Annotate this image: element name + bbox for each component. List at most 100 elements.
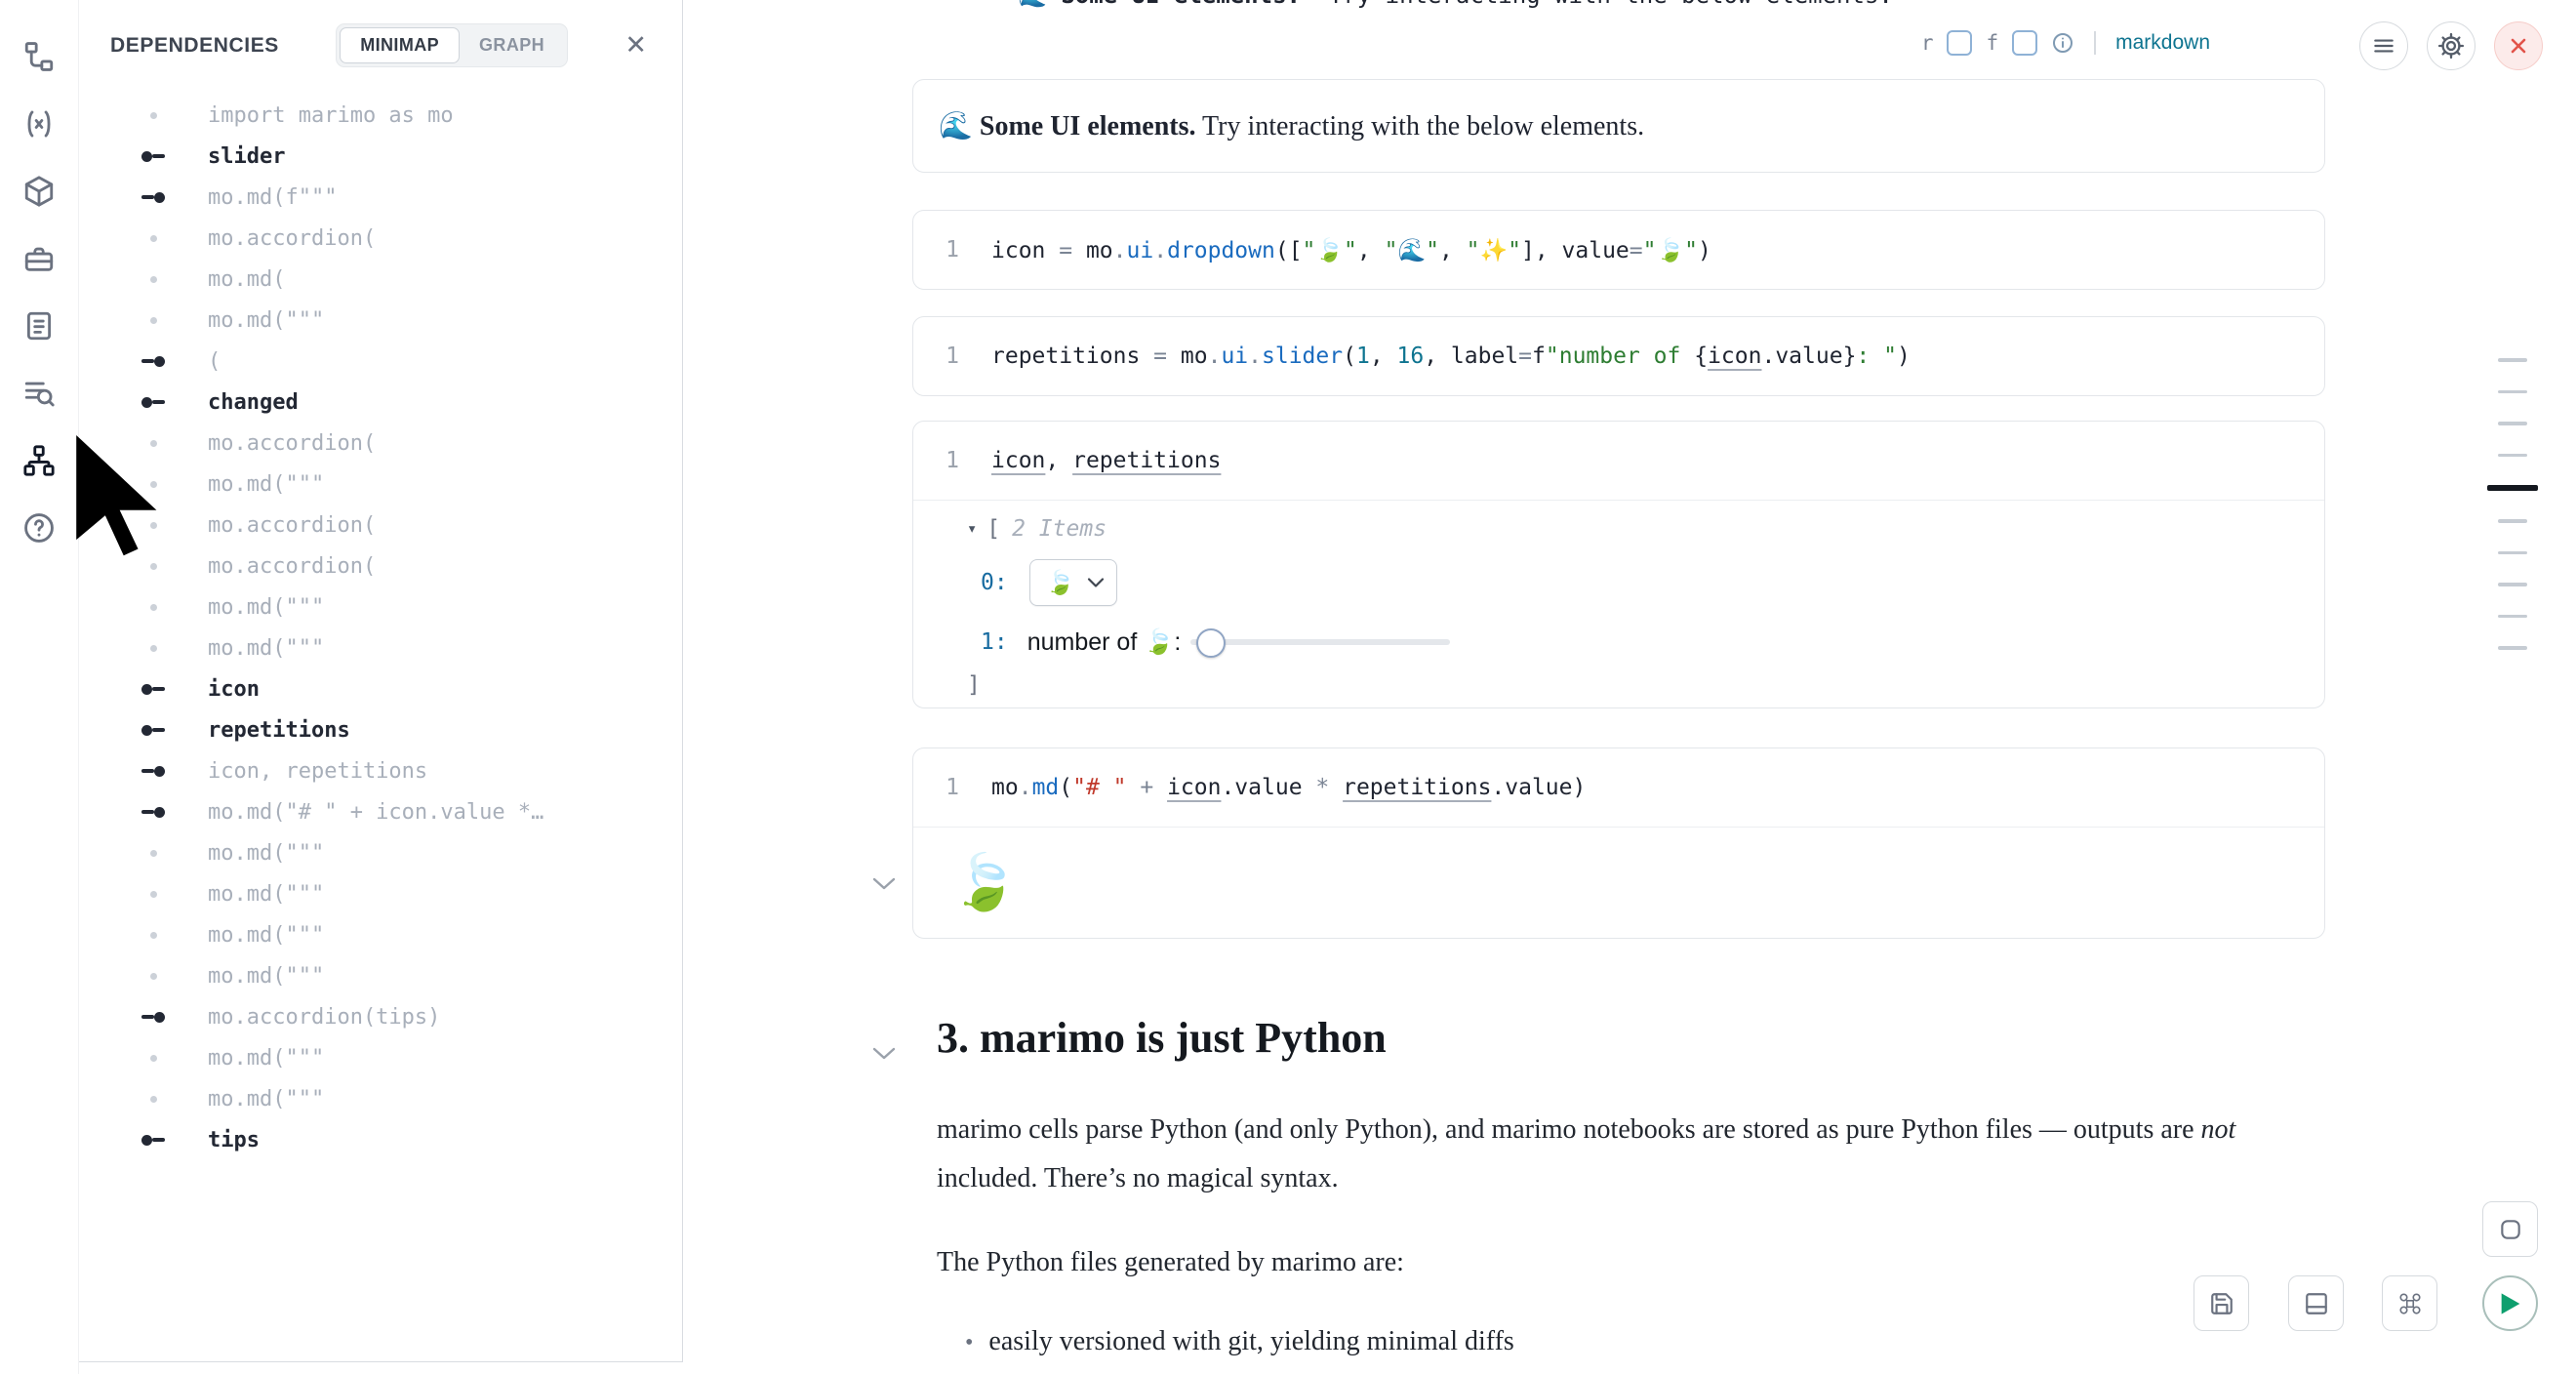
dependency-item[interactable]: mo.md(""" [79, 1037, 682, 1078]
dependency-item[interactable]: icon [79, 668, 682, 709]
help-icon[interactable] [20, 508, 59, 547]
shutdown-close-button[interactable] [2494, 21, 2543, 70]
reactive-checkbox[interactable] [1947, 30, 1972, 56]
format-checkbox[interactable] [2012, 30, 2037, 56]
dependency-item[interactable]: repetitions [79, 709, 682, 750]
dependency-item[interactable]: changed [79, 382, 682, 423]
dependency-item[interactable]: mo.md(""" [79, 464, 682, 505]
code-editor[interactable]: 1 mo.md("# " + icon.value * repetitions.… [913, 748, 2324, 827]
divider [2094, 31, 2096, 55]
tab-graph[interactable]: GRAPH [460, 28, 564, 62]
collapse-section-chevron-icon[interactable] [871, 1046, 897, 1067]
language-label[interactable]: markdown [2115, 31, 2210, 55]
dependency-item[interactable]: mo.md( [79, 259, 682, 300]
dependency-label: mo.md(""" [208, 636, 324, 661]
dependency-label: mo.accordion( [208, 513, 376, 538]
minimap-cell-line[interactable] [2487, 485, 2538, 491]
dependency-item[interactable]: mo.md(""" [79, 873, 682, 914]
dependency-item[interactable]: import marimo as mo [79, 95, 682, 136]
dependency-item[interactable]: slider [79, 136, 682, 177]
code-editor[interactable]: 1 icon = mo.ui.dropdown(["🍃", "🌊", "✨"],… [913, 211, 2324, 289]
dependency-graph-icon[interactable] [20, 441, 59, 480]
dependency-item[interactable]: mo.md(""" [79, 627, 682, 668]
dependency-label: mo.md(""" [208, 882, 324, 907]
minimap-cell-line[interactable] [2498, 390, 2527, 394]
collapse-output-chevron-icon[interactable] [871, 876, 897, 897]
dependency-item[interactable]: ( [79, 341, 682, 382]
collapse-caret-icon[interactable]: ▾ [967, 519, 977, 539]
dependency-label: mo.accordion( [208, 431, 376, 456]
dependency-label: mo.md(f""" [208, 185, 337, 210]
dependency-item[interactable]: mo.md(f""" [79, 177, 682, 218]
close-panel-icon[interactable]: ✕ [624, 32, 647, 59]
run-all-button[interactable] [2482, 1275, 2538, 1331]
slider-widget[interactable] [1190, 627, 1450, 657]
minimap-cell-line[interactable] [2498, 615, 2527, 619]
code-token: repetitions [991, 344, 1140, 369]
output-bold-text: Some UI elements. [980, 111, 1196, 141]
code-parentheses-icon[interactable] [20, 104, 59, 143]
dependency-item[interactable]: mo.md(""" [79, 955, 682, 996]
code-token: = [1140, 344, 1181, 369]
code-token: . [1208, 344, 1222, 369]
minimap-cell-line[interactable] [2498, 358, 2527, 362]
dependency-item[interactable]: mo.accordion( [79, 505, 682, 546]
code-token: label [1451, 344, 1518, 369]
dependency-item[interactable]: mo.md(""" [79, 832, 682, 873]
dependency-item[interactable]: tips [79, 1119, 682, 1160]
notes-icon[interactable] [20, 306, 59, 345]
dependency-item[interactable]: mo.md("# " + icon.value *… [79, 791, 682, 832]
dependency-item[interactable]: mo.accordion(tips) [79, 996, 682, 1037]
dependency-label: mo.md( [208, 267, 285, 292]
settings-gear-button[interactable] [2427, 21, 2475, 70]
references-variable-icon [136, 192, 171, 203]
code-cell-dropdown: 1 icon = mo.ui.dropdown(["🍃", "🌊", "✨"],… [912, 210, 2325, 290]
code-editor[interactable]: 1 repetitions = mo.ui.slider(1, 16, labe… [913, 317, 2324, 395]
minimap-cell-line[interactable] [2498, 646, 2527, 650]
code-token: . [1248, 344, 1262, 369]
dependency-label: mo.md("# " + icon.value *… [208, 800, 543, 825]
dependency-item[interactable]: mo.accordion( [79, 546, 682, 586]
keyboard-shortcuts-button[interactable] [2382, 1275, 2437, 1331]
dependency-item[interactable]: mo.md(""" [79, 300, 682, 341]
list-search-icon[interactable] [20, 374, 59, 413]
dependency-item[interactable]: mo.accordion( [79, 218, 682, 259]
info-icon[interactable] [2051, 31, 2074, 55]
scratchpad-button[interactable] [2482, 1201, 2538, 1257]
toolbox-icon[interactable] [20, 239, 59, 278]
references-variable-icon [136, 356, 171, 367]
minimap-cell-line[interactable] [2498, 551, 2527, 555]
file-tree-icon[interactable] [20, 37, 59, 76]
notebook-menu-button[interactable] [2359, 21, 2408, 70]
code-token: "✨" [1467, 238, 1521, 263]
dependency-item[interactable]: mo.accordion( [79, 423, 682, 464]
cell-dot-icon [136, 563, 171, 570]
minimap-cell-line[interactable] [2498, 519, 2527, 523]
save-button[interactable] [2194, 1275, 2249, 1331]
code-editor[interactable]: 1 icon, repetitions [913, 422, 2324, 500]
slider-track[interactable] [1190, 639, 1450, 645]
package-icon[interactable] [20, 172, 59, 211]
dependency-item[interactable]: mo.md(""" [79, 1078, 682, 1119]
minimap-cell-line[interactable] [2498, 454, 2527, 458]
slider-handle[interactable] [1196, 628, 1226, 658]
code-token: ([ [1275, 238, 1303, 263]
dependency-item[interactable]: icon, repetitions [79, 750, 682, 791]
tab-minimap[interactable]: MINIMAP [340, 27, 460, 63]
tree-close-row: ] [967, 672, 2324, 698]
layout-panel-button[interactable] [2288, 1275, 2344, 1331]
cell-dot-icon [136, 1096, 171, 1103]
markdown-editor-clipped[interactable]: 🌊 Some UI elements. Try interacting with… [912, 0, 2325, 18]
cell-dot-icon [136, 645, 171, 652]
dependency-label: ( [208, 349, 221, 374]
dependency-item[interactable]: mo.md(""" [79, 586, 682, 627]
cell-dot-icon [136, 891, 171, 898]
minimap-cell-line[interactable] [2498, 583, 2527, 586]
code-token: repetitions [1343, 775, 1491, 800]
code-token: . [1153, 238, 1167, 263]
dependency-item[interactable]: mo.md(""" [79, 914, 682, 955]
code-token: + [1127, 775, 1168, 800]
cell-dot-icon [136, 932, 171, 939]
dropdown-widget[interactable]: 🍃 [1029, 559, 1117, 606]
minimap-cell-line[interactable] [2498, 422, 2527, 425]
